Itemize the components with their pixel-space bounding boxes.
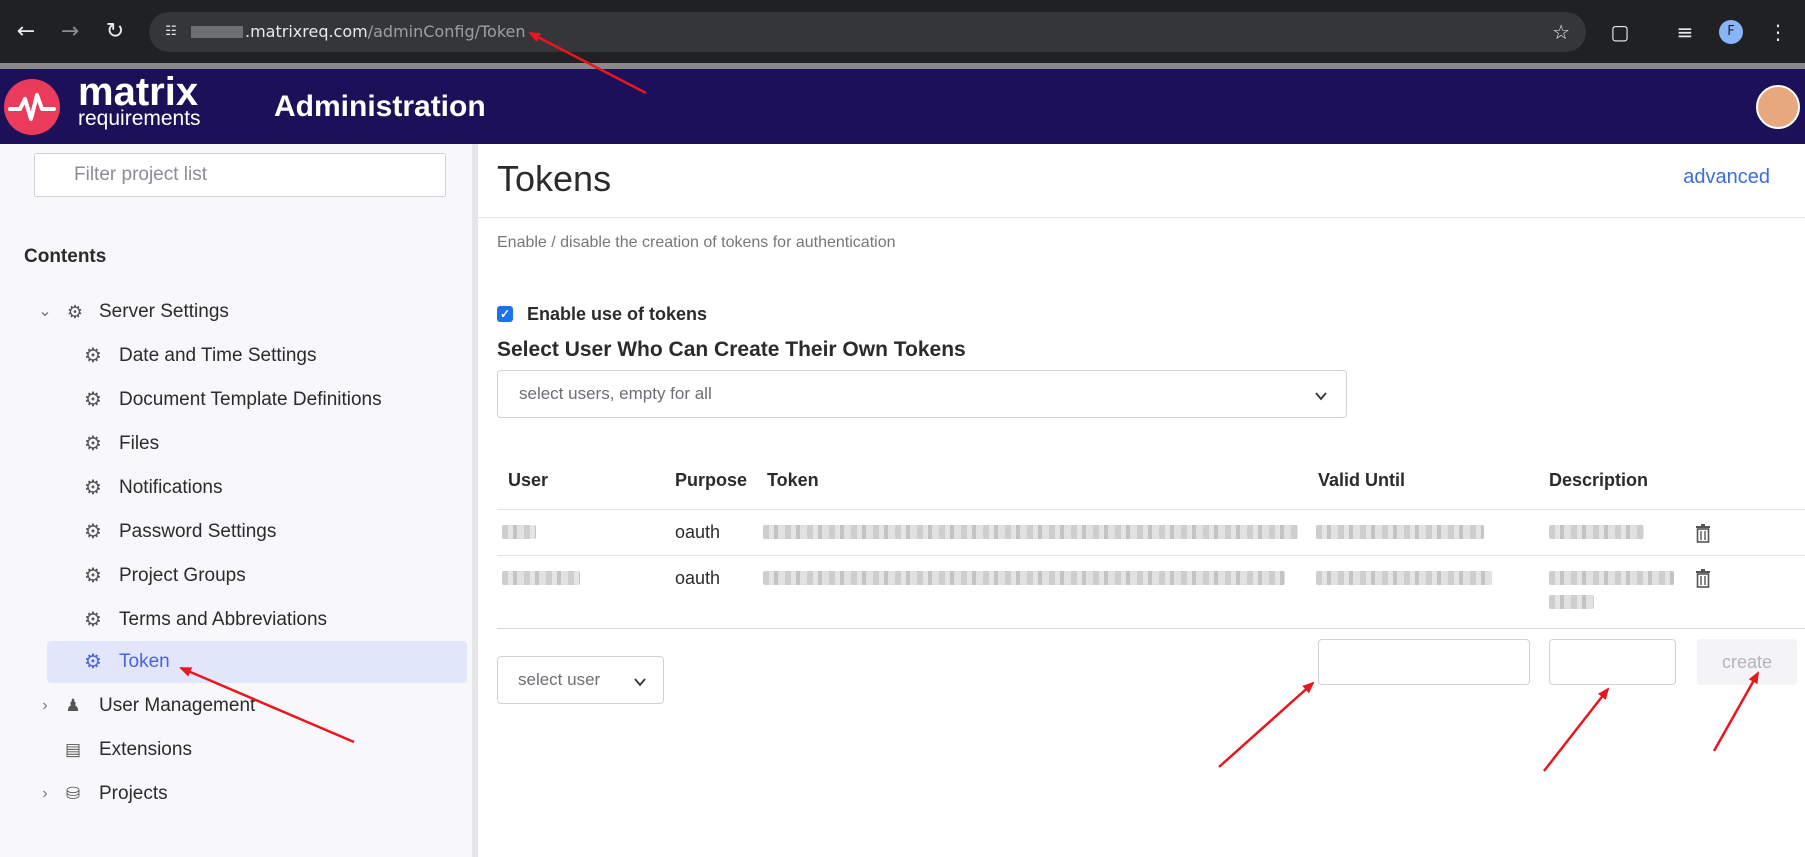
main-panel: Tokens advanced Enable / disable the cre…	[478, 144, 1805, 857]
browser-menu-icon[interactable]: ⋮	[1763, 19, 1793, 45]
sidebar-item-label: Password Settings	[119, 521, 277, 542]
column-header-purpose: Purpose	[675, 470, 748, 490]
sidebar-item-label: Token	[119, 651, 170, 672]
sidebar-item-label: Document Template Definitions	[119, 389, 382, 410]
new-token-user-select[interactable]: select user	[497, 656, 664, 704]
sidebar-item-label: Files	[119, 433, 160, 454]
back-icon[interactable]: ←	[12, 18, 40, 46]
sidebar-item-extensions[interactable]: ▤ Extensions	[36, 730, 456, 770]
chevron-down-icon	[1315, 392, 1327, 401]
database-icon: ⛁	[65, 784, 81, 803]
users-icon: ♟	[65, 696, 81, 715]
purpose-cell: oauth	[675, 522, 721, 542]
sidebar: Contents ⌄ ⚙ Server Settings ⚙ Date and …	[0, 144, 476, 857]
sidebar-item-user-management[interactable]: › ♟ User Management	[36, 686, 456, 726]
redacted-description	[1549, 571, 1674, 585]
column-header-valid-until: Valid Until	[1318, 470, 1406, 490]
sidebar-item-label: Project Groups	[119, 565, 246, 586]
forward-icon[interactable]: →	[56, 18, 84, 46]
column-header-user: User	[508, 470, 549, 490]
sidebar-item-label: Projects	[99, 783, 168, 804]
redacted-description	[1549, 595, 1594, 609]
reload-icon[interactable]: ↻	[101, 18, 129, 46]
server-settings-icon: ⚙	[66, 302, 84, 322]
redacted-user	[502, 571, 580, 585]
advanced-link[interactable]: advanced	[1683, 166, 1770, 189]
redacted-description	[1549, 525, 1644, 539]
redacted-subdomain	[191, 26, 243, 38]
address-bar[interactable]: ☷ .matrixreq.com/adminConfig/Token ☆	[149, 12, 1586, 52]
filter-project-input[interactable]	[34, 153, 446, 197]
table-header-divider	[497, 509, 1805, 510]
browser-toolbar: ← → ↻ ☷ .matrixreq.com/adminConfig/Token…	[0, 0, 1805, 63]
title-divider	[478, 217, 1805, 218]
page-title: Tokens	[497, 158, 612, 199]
chevron-down-icon[interactable]: ⌄	[36, 292, 54, 332]
enable-tokens-label: Enable use of tokens	[527, 304, 708, 324]
redacted-token	[763, 571, 1285, 585]
sidebar-item-label: Notifications	[119, 477, 223, 498]
contents-heading: Contents	[24, 246, 107, 267]
sidebar-item-document-templates[interactable]: ⚙ Document Template Definitions	[80, 380, 466, 420]
chevron-down-icon	[634, 678, 646, 687]
bookmark-star-icon[interactable]: ☆	[1552, 20, 1570, 44]
trash-icon[interactable]	[1694, 568, 1712, 588]
sidebar-item-password-settings[interactable]: ⚙ Password Settings	[80, 512, 466, 552]
gear-icon: ⚙	[84, 433, 102, 455]
valid-until-input[interactable]	[1318, 639, 1530, 685]
logo-line-2: requirements	[78, 107, 201, 130]
gear-icon: ⚙	[84, 609, 102, 631]
sidebar-item-projects[interactable]: › ⛁ Projects	[36, 774, 456, 814]
column-header-token: Token	[767, 470, 819, 490]
extensions-icon: ▤	[64, 740, 82, 759]
trash-icon[interactable]	[1694, 523, 1712, 543]
redacted-valid-until	[1316, 571, 1492, 585]
sidebar-item-label: Date and Time Settings	[119, 345, 317, 366]
redacted-user	[502, 525, 536, 539]
select-users-dropdown[interactable]: select users, empty for all	[497, 370, 1347, 418]
user-avatar[interactable]	[1756, 85, 1800, 129]
purpose-cell: oauth	[675, 568, 721, 588]
gear-icon: ⚙	[84, 651, 102, 673]
redacted-valid-until	[1316, 525, 1484, 539]
media-queue-icon[interactable]: ≡	[1670, 19, 1700, 45]
enable-tokens-checkbox[interactable]: ✓	[497, 306, 513, 322]
sidebar-item-label: Terms and Abbreviations	[119, 609, 328, 630]
chevron-right-icon[interactable]: ›	[36, 774, 54, 814]
sidebar-item-notifications[interactable]: ⚙ Notifications	[80, 468, 466, 508]
gear-icon: ⚙	[84, 565, 102, 587]
row-divider	[497, 628, 1805, 629]
row-divider	[497, 555, 1805, 556]
sidebar-item-files[interactable]: ⚙ Files	[80, 424, 466, 464]
sidebar-item-label: Extensions	[99, 739, 192, 760]
gear-icon: ⚙	[84, 477, 102, 499]
sidebar-item-date-time[interactable]: ⚙ Date and Time Settings	[80, 336, 466, 376]
page-description: Enable / disable the creation of tokens …	[497, 234, 896, 251]
column-header-description: Description	[1549, 470, 1649, 490]
app-title: Administration	[274, 90, 486, 123]
gear-icon: ⚙	[84, 521, 102, 543]
select-users-heading: Select User Who Can Create Their Own Tok…	[497, 338, 966, 361]
gear-icon: ⚙	[84, 389, 102, 411]
description-input[interactable]	[1549, 639, 1676, 685]
sidebar-item-token[interactable]: ⚙ Token	[47, 641, 467, 683]
select-user-placeholder: select user	[518, 670, 601, 689]
create-button[interactable]: create	[1697, 639, 1797, 685]
url-text: .matrixreq.com/adminConfig/Token	[245, 22, 526, 41]
extensions-puzzle-icon[interactable]: ▢	[1605, 19, 1635, 45]
redacted-token	[763, 525, 1298, 539]
site-info-icon[interactable]: ☷	[161, 22, 181, 42]
app-header: matrix requirements Administration	[0, 69, 1805, 144]
browser-profile-avatar[interactable]: F	[1719, 20, 1743, 44]
sidebar-item-terms[interactable]: ⚙ Terms and Abbreviations	[80, 600, 466, 640]
sidebar-item-server-settings[interactable]: ⌄ ⚙ Server Settings	[36, 292, 456, 332]
chevron-right-icon[interactable]: ›	[36, 686, 54, 726]
sidebar-item-project-groups[interactable]: ⚙ Project Groups	[80, 556, 466, 596]
matrix-logo-icon[interactable]	[4, 79, 60, 135]
gear-icon: ⚙	[84, 345, 102, 367]
select-users-placeholder: select users, empty for all	[519, 384, 712, 403]
sidebar-item-label: User Management	[99, 695, 256, 716]
logo-wordmark: matrix requirements	[78, 71, 201, 129]
sidebar-item-label: Server Settings	[99, 301, 229, 322]
